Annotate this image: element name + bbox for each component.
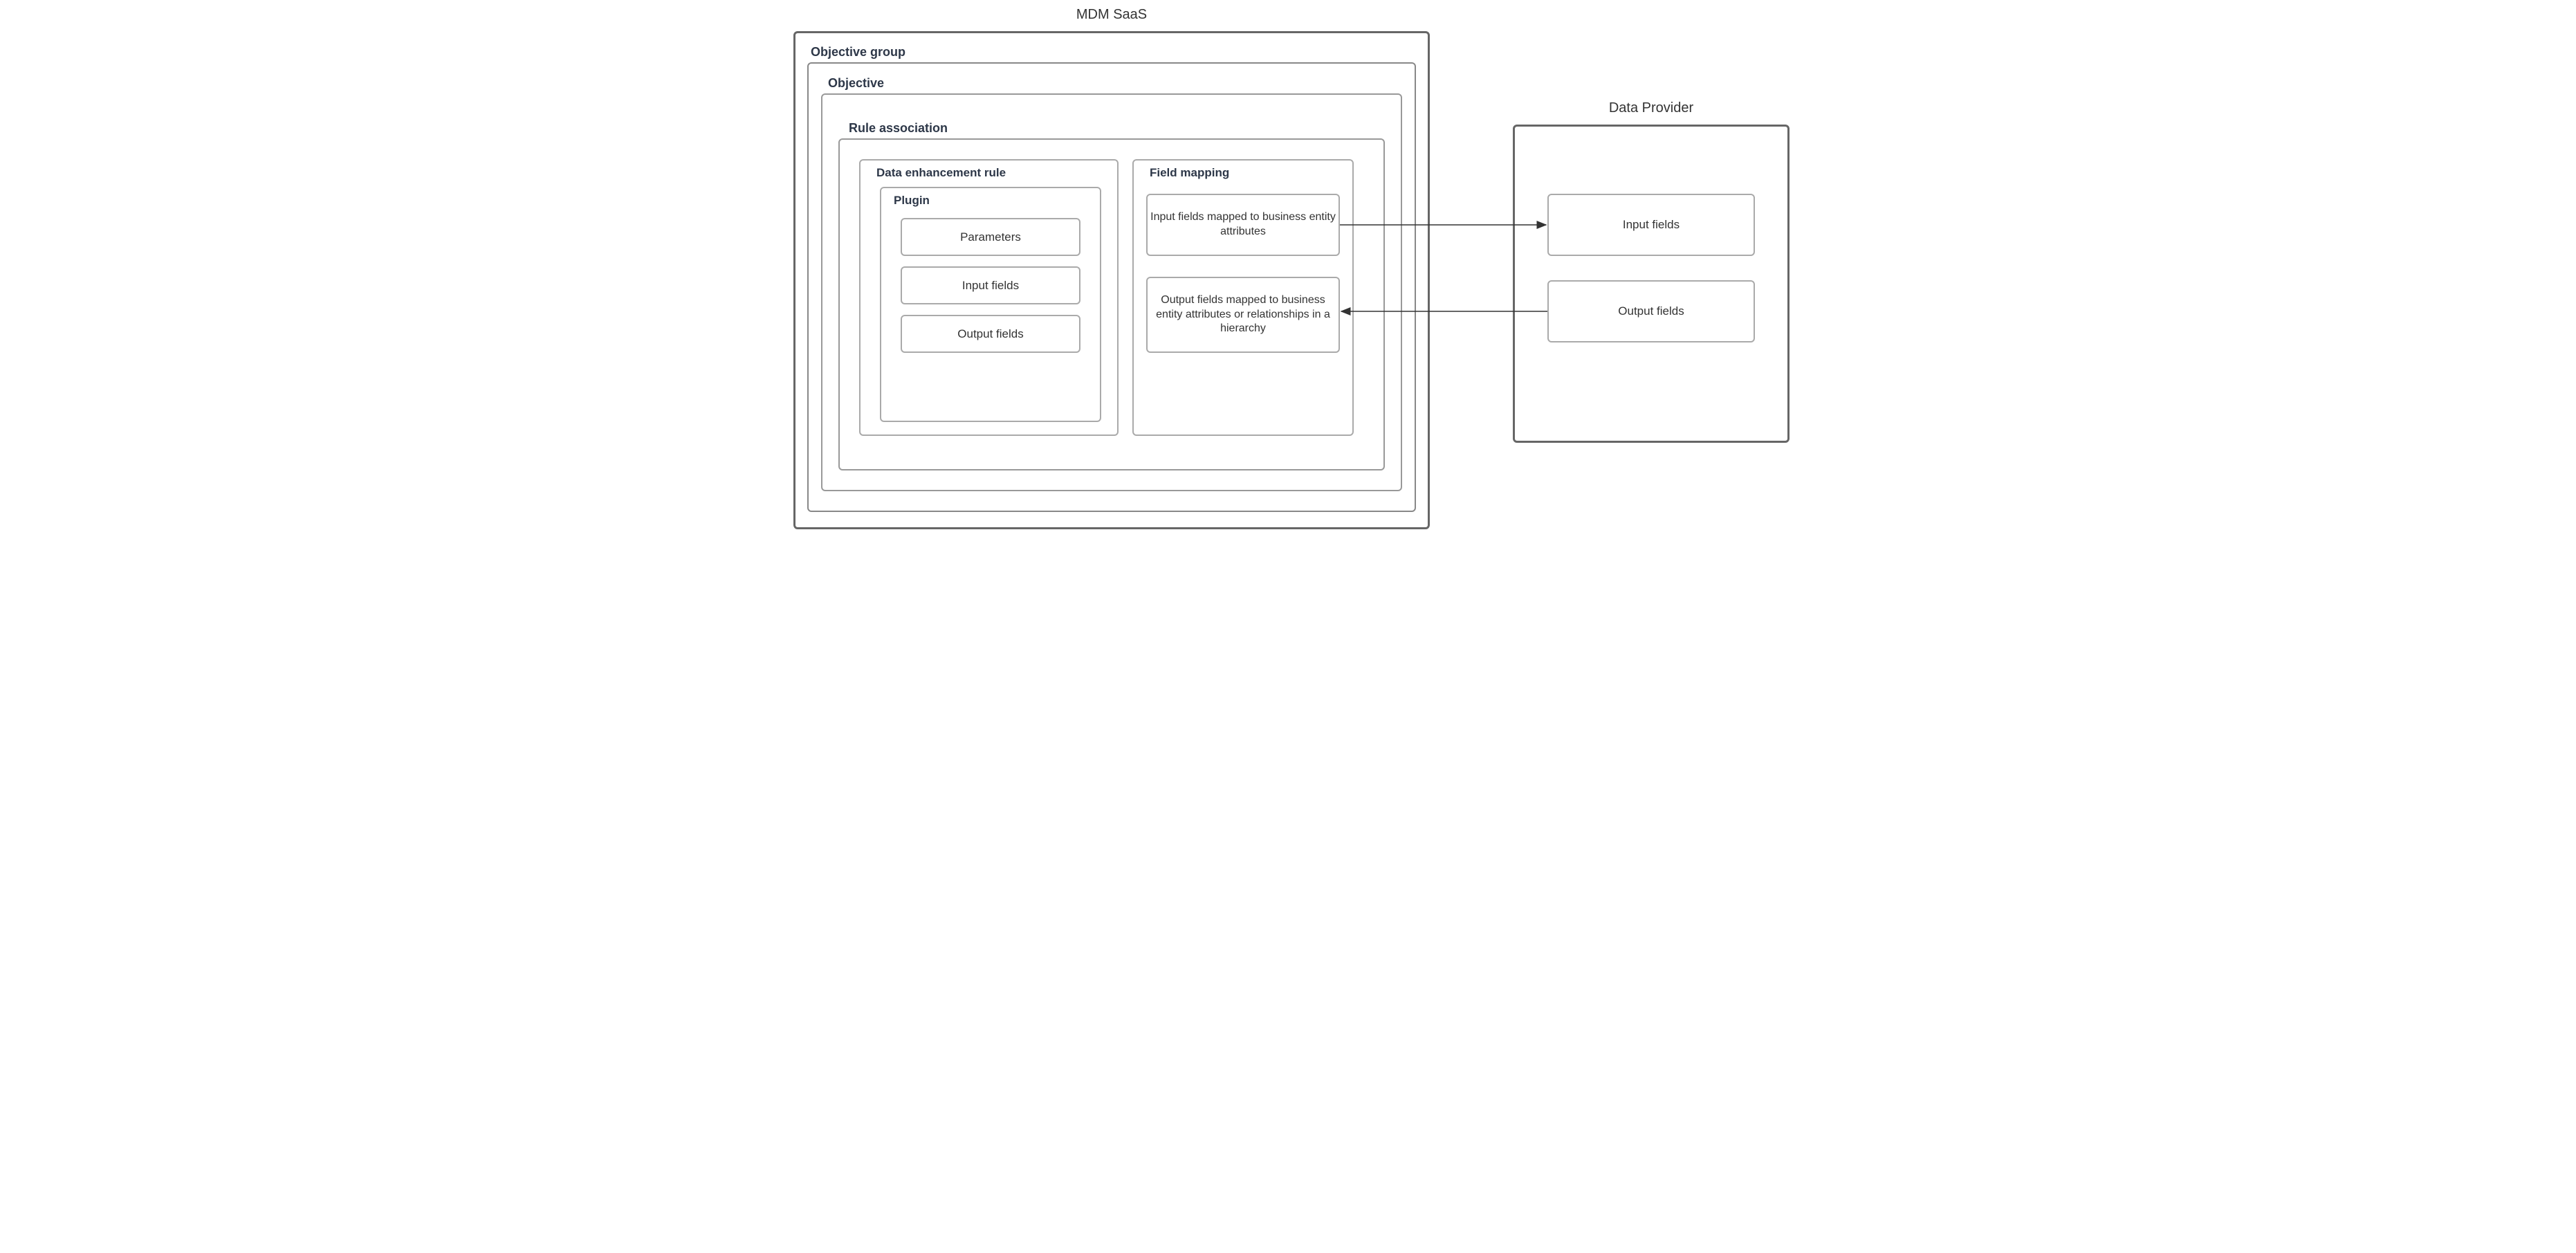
diagram-canvas: MDM SaaS Objective group Objective Rule … — [773, 0, 1803, 533]
field-mapping-title: Field mapping — [1150, 166, 1229, 180]
plugin-output-fields-box: Output fields — [901, 315, 1080, 353]
objective-title: Objective — [828, 76, 884, 91]
plugin-input-fields-label: Input fields — [902, 268, 1079, 303]
objective-group-title: Objective group — [811, 45, 905, 60]
mdm-saas-title: MDM SaaS — [793, 7, 1430, 23]
plugin-output-fields-label: Output fields — [902, 316, 1079, 351]
plugin-input-fields-box: Input fields — [901, 266, 1080, 304]
provider-input-fields-box: Input fields — [1547, 194, 1755, 256]
data-enhancement-rule-title: Data enhancement rule — [876, 166, 1006, 180]
output-mapped-box: Output fields mapped to business entity … — [1146, 277, 1340, 353]
provider-input-fields-label: Input fields — [1549, 195, 1754, 255]
provider-output-fields-label: Output fields — [1549, 282, 1754, 341]
output-mapped-label: Output fields mapped to business entity … — [1148, 278, 1338, 351]
provider-output-fields-box: Output fields — [1547, 280, 1755, 342]
plugin-parameters-label: Parameters — [902, 219, 1079, 255]
input-mapped-box: Input fields mapped to business entity a… — [1146, 194, 1340, 256]
plugin-title: Plugin — [894, 194, 930, 208]
input-mapped-label: Input fields mapped to business entity a… — [1148, 195, 1338, 255]
data-provider-title: Data Provider — [1513, 100, 1790, 116]
rule-association-title: Rule association — [849, 121, 948, 136]
plugin-parameters-box: Parameters — [901, 218, 1080, 256]
